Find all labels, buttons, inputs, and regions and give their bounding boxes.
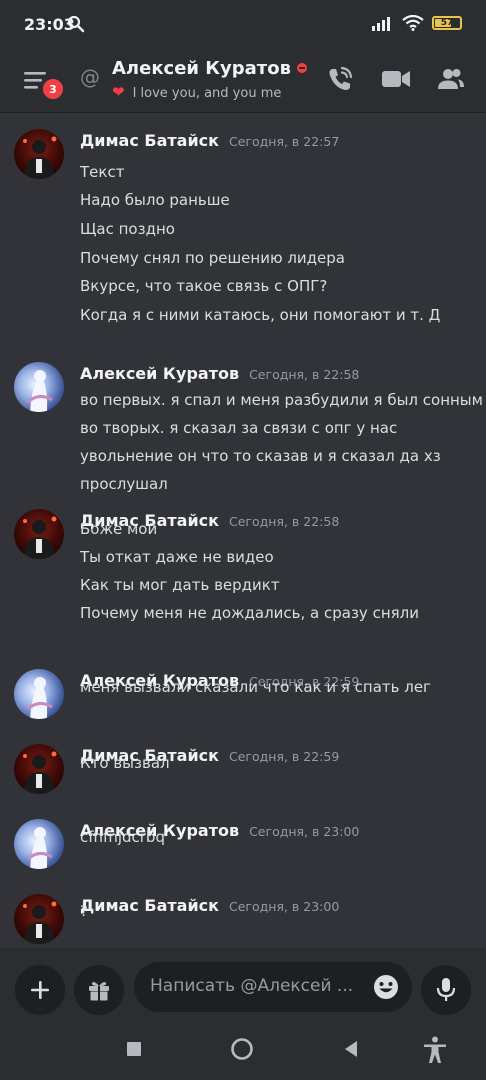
members-icon[interactable] xyxy=(437,65,465,93)
add-attachment-button[interactable] xyxy=(15,965,65,1015)
message-line: Вкурсе, что такое связь с ОПГ? xyxy=(80,277,328,295)
message-line: ? xyxy=(80,902,88,920)
message-input-placeholder: Написать @Алексей ... xyxy=(150,976,354,996)
message-line: во творых. я сказал за связи с опг у нас xyxy=(80,419,398,437)
emoji-icon[interactable] xyxy=(372,973,400,1001)
avatar[interactable] xyxy=(14,362,64,412)
message-timestamp: Сегодня, в 23:00 xyxy=(249,824,360,839)
avatar[interactable] xyxy=(14,129,64,179)
message-timestamp: Сегодня, в 22:58 xyxy=(249,367,360,382)
avatar-figure xyxy=(23,136,57,179)
nav-home-icon[interactable] xyxy=(229,1036,255,1062)
custom-status-text: I love you, and you me xyxy=(132,86,282,101)
search-icon xyxy=(67,15,85,33)
message-line: во первых. я спал и меня разбудили я был… xyxy=(80,391,483,409)
video-camera-icon[interactable] xyxy=(381,65,411,93)
message-line: прослушал xyxy=(80,475,168,493)
avatar-figure xyxy=(23,901,57,944)
custom-status: ❤ I love you, and you me xyxy=(112,83,281,101)
avatar-figure xyxy=(26,827,53,869)
avatar-figure xyxy=(23,516,57,559)
message-line: Текст xyxy=(80,163,125,181)
message-author-line: Димас Батайск Сегодня, в 23:00 xyxy=(80,896,339,915)
message-line: Боже мой xyxy=(80,520,158,538)
phone-call-icon[interactable] xyxy=(326,65,354,93)
nav-back-icon[interactable] xyxy=(341,1036,361,1062)
avatar[interactable] xyxy=(14,894,64,944)
message-timestamp: Сегодня, в 23:00 xyxy=(229,899,340,914)
gift-icon xyxy=(89,982,109,1001)
message-timestamp: Сегодня, в 22:57 xyxy=(229,134,340,149)
message-line: Надо было раньше xyxy=(80,191,230,209)
page-title[interactable]: Алексей Куратов xyxy=(112,58,307,79)
heart-icon: ❤ xyxy=(112,83,125,101)
avatar[interactable] xyxy=(14,669,64,719)
avatar-figure xyxy=(23,751,57,794)
channel-header: @ Алексей Куратов ❤ I love you, and you m… xyxy=(0,50,486,113)
message-line: Почему меня не дождались, а сразу сняли xyxy=(80,604,419,622)
message-line: Когда я с ними катаюсь, они помогают и т… xyxy=(80,306,441,324)
avatar[interactable] xyxy=(14,509,64,559)
wifi-icon xyxy=(402,15,424,31)
unread-badge: 3 xyxy=(41,77,65,101)
avatar[interactable] xyxy=(14,819,64,869)
message-author[interactable]: Алексей Куратов xyxy=(80,364,239,383)
at-icon: @ xyxy=(80,65,100,89)
message-line: Почему снял по решению лидера xyxy=(80,249,345,267)
avatar[interactable] xyxy=(14,744,64,794)
voice-message-button[interactable] xyxy=(421,965,471,1015)
message-timestamp: Сегодня, в 22:58 xyxy=(229,514,340,529)
message-line: Ты откат даже не видео xyxy=(80,548,274,566)
message-timestamp: Сегодня, в 22:59 xyxy=(229,749,340,764)
dnd-status-icon xyxy=(296,63,307,73)
message-line: cfhfnjdcrbq xyxy=(80,828,165,846)
message-input[interactable]: Написать @Алексей ... xyxy=(134,962,412,1012)
avatar-figure xyxy=(26,677,53,719)
message-line: увольнение он что то сказав и я сказал д… xyxy=(80,447,441,465)
status-bar: 23:03 57 xyxy=(0,0,486,50)
message-author-line: Димас Батайск Сегодня, в 22:57 xyxy=(80,131,339,150)
signal-icon xyxy=(372,17,390,31)
nav-square-icon[interactable] xyxy=(124,1036,144,1062)
message-line: Как ты мог дать вердикт xyxy=(80,576,280,594)
accessibility-icon[interactable] xyxy=(423,1036,447,1064)
message-line: Щас поздно xyxy=(80,220,175,238)
battery-icon: 57 xyxy=(432,16,462,30)
avatar-figure xyxy=(26,370,53,412)
microphone-icon xyxy=(436,978,456,1001)
plus-icon xyxy=(31,981,49,999)
message-author[interactable]: Димас Батайск xyxy=(80,131,219,150)
message-author[interactable]: Димас Батайск xyxy=(80,896,219,915)
gift-button[interactable] xyxy=(74,965,124,1015)
message-line: меня вызвали сказали что как и я спать л… xyxy=(80,678,431,696)
dm-user-name: Алексей Куратов xyxy=(112,58,291,79)
message-line: Кто вызвал xyxy=(80,754,170,772)
battery-level: 57 xyxy=(440,18,454,28)
message-author-line: Алексей Куратов Сегодня, в 22:58 xyxy=(80,364,359,383)
